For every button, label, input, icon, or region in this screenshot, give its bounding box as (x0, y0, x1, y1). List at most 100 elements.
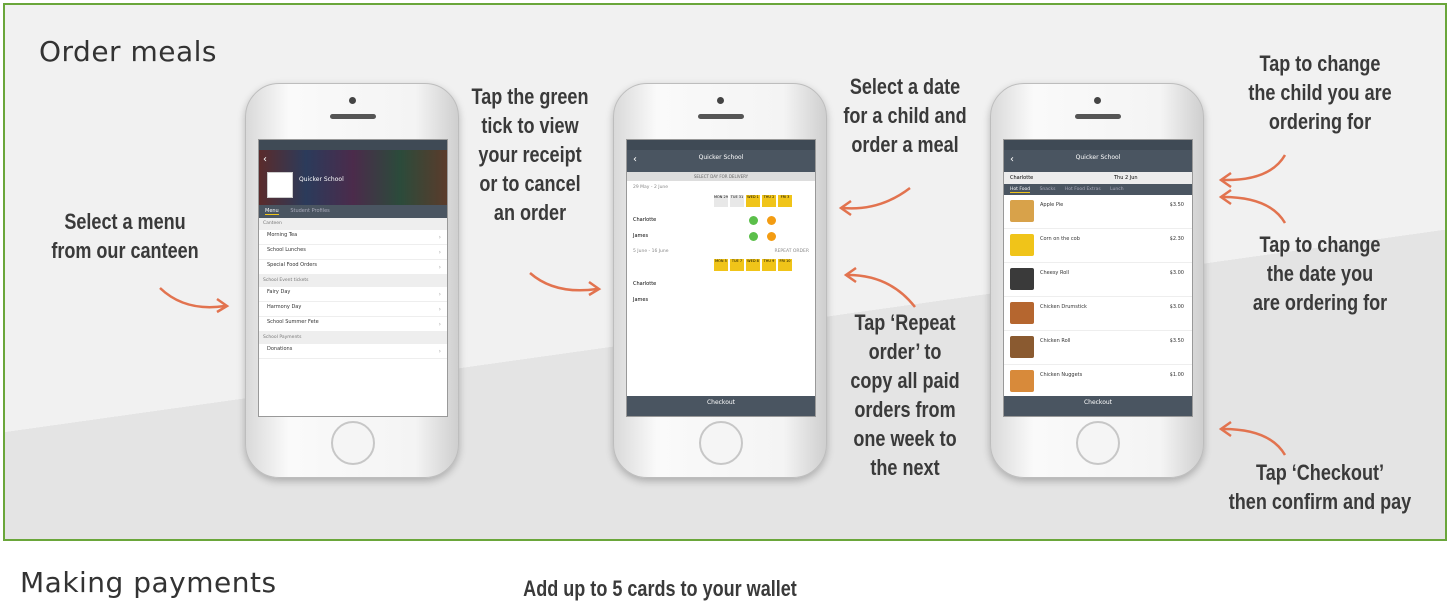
order-icon[interactable] (767, 232, 776, 241)
food-navbar: ‹ Quicker School (1004, 150, 1192, 172)
child-row: Charlotte (627, 277, 815, 293)
order-icon[interactable] (767, 216, 776, 225)
school-name: Quicker School (299, 176, 344, 183)
repeat-order-button[interactable]: REPEAT ORDER (774, 249, 809, 254)
food-image (1010, 336, 1034, 358)
order-meals-heading: Order meals (39, 35, 217, 68)
tab-snacks[interactable]: Snacks (1040, 187, 1056, 192)
day-cell[interactable]: THU 2 (761, 194, 777, 208)
menu-item[interactable]: Donations › (259, 344, 447, 359)
green-tick-icon[interactable] (749, 216, 758, 225)
menu-item[interactable]: Fairy Day › (259, 287, 447, 302)
chevron-right-icon: › (438, 291, 441, 298)
home-button (1076, 421, 1120, 465)
delivery-subtitle: SELECT DAY FOR DELIVERY (627, 172, 815, 181)
menu-screen: ‹ Quicker School Menu Student Profiles C… (258, 139, 448, 417)
arrow-to-menu (159, 287, 230, 314)
menu-item[interactable]: Harmony Day › (259, 302, 447, 317)
arrow-to-repeat (843, 267, 916, 308)
tab-hot-food[interactable]: Hot Food (1010, 187, 1031, 193)
camera-dot (349, 97, 356, 104)
chevron-right-icon: › (438, 306, 441, 313)
home-button (331, 421, 375, 465)
camera-dot (1094, 97, 1101, 104)
child-name: Charlotte (633, 217, 657, 223)
food-item[interactable]: Chicken Roll $3.50 (1004, 331, 1192, 365)
back-icon[interactable]: ‹ (1010, 154, 1014, 165)
date-selector[interactable]: Thu 2 Jun (1114, 175, 1138, 181)
selector-bar: Charlotte Thu 2 Jun (1004, 172, 1192, 184)
tab-lunch[interactable]: Lunch (1110, 187, 1123, 192)
calendar-navbar: ‹ Quicker School (627, 150, 815, 172)
chevron-right-icon: › (438, 249, 441, 256)
child-name: Charlotte (633, 281, 657, 287)
status-bar (259, 140, 447, 150)
day-cell[interactable]: WED 8 (745, 258, 761, 272)
speaker (330, 114, 376, 119)
section-payments: School Payments (259, 332, 447, 344)
back-icon[interactable]: ‹ (263, 154, 267, 165)
caption-select-date: Select a date for a child and order a meal (843, 74, 967, 157)
day-cell[interactable]: TUE 7 (729, 258, 745, 272)
back-icon[interactable]: ‹ (633, 154, 637, 165)
checkout-button[interactable]: Checkout (1004, 396, 1192, 416)
section-canteen: Canteen (259, 218, 447, 230)
school-name: Quicker School (1075, 154, 1121, 161)
checkout-button[interactable]: Checkout (627, 396, 815, 416)
child-row: James (627, 229, 815, 245)
day-cell[interactable]: THU 9 (761, 258, 777, 272)
speaker (698, 114, 744, 119)
phone-menu: ‹ Quicker School Menu Student Profiles C… (245, 83, 459, 478)
caption-repeat-order: Tap ‘Repeat order’ to copy all paid orders … (850, 310, 960, 480)
day-cell[interactable]: MON 29 (713, 194, 729, 208)
tab-extras[interactable]: Hot Food Extras (1065, 187, 1101, 192)
status-bar (1004, 140, 1192, 150)
child-name: James (633, 233, 649, 239)
section-events: School Event tickets (259, 275, 447, 287)
menu-item[interactable]: Morning Tea › (259, 230, 447, 245)
arrow-to-date (838, 187, 911, 217)
food-item[interactable]: Cheesy Roll $3.00 (1004, 263, 1192, 297)
order-meals-panel: Order meals Select a menu from our cantee… (3, 3, 1447, 541)
food-item[interactable]: Chicken Drumstick $3.00 (1004, 297, 1192, 331)
child-name: James (633, 297, 649, 303)
day-cell[interactable]: MON 5 (713, 258, 729, 272)
camera-dot (717, 97, 724, 104)
caption-select-menu: Select a menu from our canteen (51, 209, 199, 263)
week-range: 29 May - 2 June (633, 185, 669, 190)
phone-calendar: ‹ Quicker School SELECT DAY FOR DELIVERY… (613, 83, 827, 478)
food-image (1010, 268, 1034, 290)
making-payments-heading: Making payments (20, 566, 277, 599)
speaker (1075, 114, 1121, 119)
food-item[interactable]: Chicken Nuggets $1.00 (1004, 365, 1192, 399)
week2-days: MON 5 TUE 7 WED 8 THU 9 FRI 10 (627, 258, 815, 277)
tab-menu[interactable]: Menu (265, 208, 279, 215)
chevron-right-icon: › (438, 234, 441, 241)
school-banner: ‹ Quicker School (259, 150, 447, 205)
food-image (1010, 234, 1034, 256)
week-range: 5 June - 16 June REPEAT ORDER (633, 249, 809, 254)
child-selector[interactable]: Charlotte (1010, 175, 1033, 181)
food-item[interactable]: Apple Pie $3.50 (1004, 195, 1192, 229)
phone-food-menu: ‹ Quicker School Charlotte Thu 2 Jun Hot… (990, 83, 1204, 478)
day-cell[interactable]: TUE 31 (729, 194, 745, 208)
home-button (699, 421, 743, 465)
tab-student-profiles[interactable]: Student Profiles (290, 208, 329, 214)
caption-change-date: Tap to change the date you are ordering fo… (1252, 232, 1388, 315)
menu-item[interactable]: School Summer Fete › (259, 317, 447, 332)
day-cell[interactable]: FRI 10 (777, 258, 793, 272)
caption-checkout: Tap ‘Checkout’ then confirm and pay (1228, 460, 1412, 514)
chevron-right-icon: › (438, 348, 441, 355)
green-tick-icon[interactable] (749, 232, 758, 241)
day-cell[interactable]: FRI 3 (777, 194, 793, 208)
school-logo (267, 172, 293, 198)
child-row: Charlotte (627, 213, 815, 229)
menu-item[interactable]: Special Food Orders › (259, 260, 447, 275)
food-item[interactable]: Corn on the cob $2.30 (1004, 229, 1192, 263)
school-name: Quicker School (698, 154, 744, 161)
menu-item[interactable]: School Lunches › (259, 245, 447, 260)
chevron-right-icon: › (438, 321, 441, 328)
food-image (1010, 370, 1034, 392)
day-cell[interactable]: WED 1 (745, 194, 761, 208)
week1-days: MON 29 TUE 31 WED 1 THU 2 FRI 3 (627, 194, 815, 213)
